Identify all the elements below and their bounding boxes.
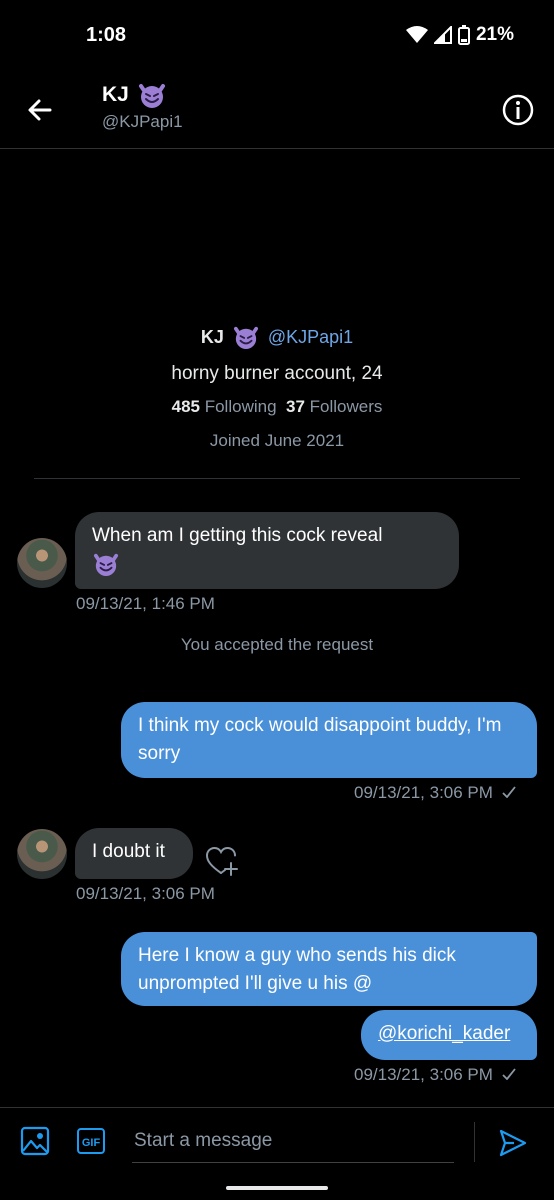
send-icon[interactable]: [498, 1128, 528, 1158]
heart-add-icon[interactable]: [205, 846, 239, 876]
profile-stats: 485 Following 37 Followers: [0, 397, 554, 417]
following-count: 485: [171, 397, 200, 416]
outgoing-message-bubble[interactable]: I think my cock would disappoint buddy, …: [121, 702, 537, 778]
signal-icon: [433, 26, 452, 44]
status-time: 1:08: [86, 24, 127, 46]
outgoing-message-bubble[interactable]: Here I know a guy who sends his dick unp…: [121, 932, 537, 1006]
message-timestamp: 09/13/21, 3:06 PM: [354, 783, 493, 802]
followers-count: 37: [285, 397, 305, 416]
header-name-row[interactable]: KJ: [102, 82, 167, 108]
incoming-message-bubble[interactable]: I doubt it: [75, 828, 193, 879]
check-icon: [502, 786, 516, 799]
message-timestamp: 09/13/21, 3:06 PM: [354, 1065, 493, 1084]
message-composer: GIF: [0, 1107, 554, 1174]
message-text: I doubt it: [92, 841, 165, 862]
gif-button[interactable]: GIF: [77, 1128, 105, 1154]
check-icon: [502, 1068, 516, 1081]
header-name: KJ: [102, 83, 129, 106]
image-icon[interactable]: [20, 1126, 50, 1156]
message-text: Here I know a guy who sends his dick unp…: [138, 945, 456, 994]
profile-identity[interactable]: KJ @KJPapi1: [0, 325, 554, 349]
message-timestamp-row: 09/13/21, 3:06 PM: [354, 1065, 516, 1085]
status-icons: 21%: [405, 24, 514, 46]
message-input[interactable]: [132, 1120, 454, 1163]
mention-link[interactable]: @korichi_kader: [378, 1023, 510, 1044]
avatar[interactable]: [17, 829, 67, 879]
incoming-message-bubble[interactable]: When am I getting this cock reveal: [75, 512, 459, 589]
smiling-devil-emoji: [138, 84, 165, 108]
smiling-devil-emoji: [233, 326, 258, 349]
followers-label: Followers: [309, 397, 383, 416]
message-timestamp-row: 09/13/21, 3:06 PM: [354, 783, 516, 803]
conversation-header: KJ @KJPapi1: [0, 70, 554, 149]
message-text: I think my cock would disappoint buddy, …: [138, 715, 502, 764]
battery-level: 21%: [475, 24, 514, 45]
home-indicator[interactable]: [226, 1186, 328, 1190]
message-timestamp: 09/13/21, 1:46 PM: [76, 594, 215, 613]
profile-joined: Joined June 2021: [209, 431, 345, 450]
system-message: You accepted the request: [180, 635, 374, 654]
battery-icon: [457, 25, 470, 45]
profile-summary: KJ @KJPapi1 horny burner account, 24 485…: [0, 325, 554, 451]
divider: [474, 1122, 475, 1162]
smiling-devil-emoji: [94, 553, 118, 576]
message-timestamp: 09/13/21, 3:06 PM: [76, 884, 215, 903]
profile-bio: horny burner account, 24: [171, 363, 383, 384]
header-handle[interactable]: @KJPapi1: [102, 112, 183, 132]
avatar[interactable]: [17, 538, 67, 588]
divider: [34, 478, 520, 479]
profile-name: KJ: [200, 326, 224, 347]
status-bar: 1:08 21%: [0, 0, 554, 70]
wifi-icon: [405, 26, 428, 43]
following-label: Following: [204, 397, 277, 416]
message-text: When am I getting this cock reveal: [92, 525, 383, 546]
back-arrow-icon[interactable]: [22, 92, 58, 128]
info-icon[interactable]: [500, 92, 536, 128]
profile-handle: @KJPapi1: [267, 326, 354, 347]
outgoing-message-bubble[interactable]: @korichi_kader: [361, 1010, 537, 1060]
